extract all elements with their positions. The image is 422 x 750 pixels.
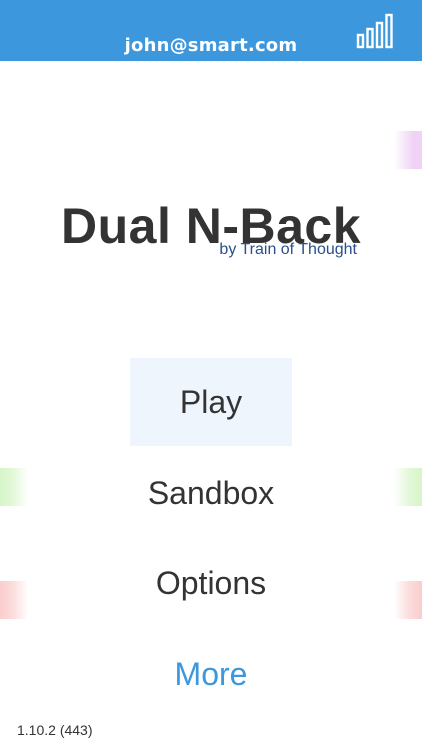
options-button[interactable]: Options	[130, 539, 292, 627]
app-byline: by Train of Thought	[219, 241, 357, 258]
decor-glow-green-right	[394, 468, 422, 506]
decor-glow-red-right	[394, 581, 422, 619]
sandbox-button[interactable]: Sandbox	[130, 449, 292, 537]
stats-button[interactable]	[355, 13, 395, 49]
play-button[interactable]: Play	[130, 358, 292, 446]
app-screen: john@smart.com Dual N-Back by Train of T…	[0, 0, 422, 750]
decor-glow-red-left	[0, 581, 28, 619]
top-bar: john@smart.com	[0, 0, 422, 61]
more-button[interactable]: More	[130, 630, 292, 718]
decor-glow-green-left	[0, 468, 28, 506]
bar-chart-icon	[356, 13, 393, 49]
decor-glow-magenta-right	[394, 131, 422, 169]
version-label: 1.10.2 (443)	[17, 722, 93, 738]
